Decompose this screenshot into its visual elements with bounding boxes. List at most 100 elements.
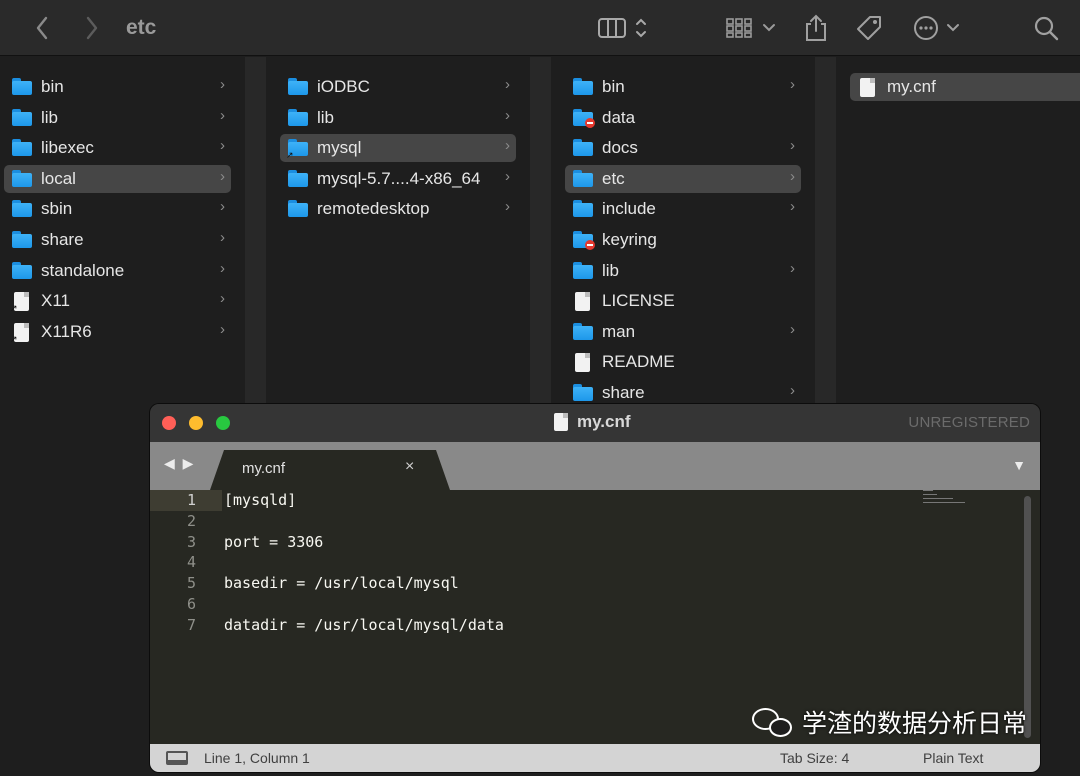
- finder-item-label: man: [602, 321, 636, 341]
- finder-item[interactable]: remotedesktop ›: [280, 195, 516, 223]
- chevron-right-icon: ›: [505, 106, 510, 124]
- tab-label[interactable]: my.cnf: [242, 460, 285, 477]
- vertical-scrollbar[interactable]: [1024, 496, 1031, 738]
- alias-document-icon: ↗: [10, 292, 32, 313]
- chevron-right-icon: ›: [790, 167, 795, 185]
- finder-item[interactable]: bin ›: [4, 73, 231, 101]
- minimap[interactable]: [923, 490, 968, 512]
- finder-item-label: keyring: [602, 230, 657, 249]
- finder-item[interactable]: mysql-5.7....4-x86_64 ›: [280, 165, 516, 193]
- watermark: 学渣的数据分析日常: [752, 704, 1027, 740]
- finder-item[interactable]: etc ›: [565, 164, 801, 193]
- chevron-right-icon: ›: [220, 259, 225, 277]
- finder-item[interactable]: sbin ›: [4, 195, 231, 223]
- finder-item-label: lib: [41, 107, 59, 127]
- finder-column-4: my.cnf: [836, 64, 1080, 404]
- chevron-right-icon: ›: [220, 320, 225, 338]
- folder-icon: [12, 261, 32, 280]
- folder-icon: [573, 384, 593, 402]
- finder-item[interactable]: libexec ›: [4, 134, 231, 162]
- group-button[interactable]: [724, 0, 778, 56]
- finder-item[interactable]: my.cnf: [850, 73, 1080, 101]
- view-mode-button[interactable]: [596, 0, 654, 56]
- chevron-right-icon: ›: [790, 137, 795, 155]
- folder-icon: [288, 200, 308, 218]
- finder-item[interactable]: share ›: [565, 379, 801, 407]
- code-line[interactable]: port = 3306: [224, 533, 323, 551]
- finder-column-2: iODBC › lib › ↗ mysql › mysql-5.7....4-x86_64 › r…: [266, 64, 530, 404]
- alias-document-icon: ↗: [10, 322, 32, 344]
- finder-item[interactable]: docs ›: [565, 134, 801, 162]
- screen: { "finder": { "title": "etc", "icons": {…: [0, 0, 1080, 776]
- code-line[interactable]: basedir = /usr/local/mysql: [224, 574, 459, 592]
- tag-button[interactable]: [852, 0, 886, 56]
- tab-dropdown-icon[interactable]: ▼: [1012, 457, 1026, 473]
- code-line[interactable]: datadir = /usr/local/mysql/data: [224, 616, 504, 634]
- column-divider[interactable]: [530, 57, 551, 404]
- finder-item[interactable]: local ›: [4, 164, 231, 193]
- minimize-window-button[interactable]: [189, 416, 203, 430]
- finder-item[interactable]: keyring: [565, 226, 801, 254]
- back-button[interactable]: [28, 0, 56, 56]
- syntax-selector[interactable]: Plain Text: [923, 750, 983, 766]
- finder-item[interactable]: lib ›: [4, 104, 231, 132]
- finder-item[interactable]: LICENSE: [565, 287, 801, 315]
- tab-size-selector[interactable]: Tab Size: 4: [780, 750, 849, 766]
- close-window-button[interactable]: [162, 416, 176, 430]
- folder-icon: [12, 78, 32, 96]
- tag-icon: [857, 16, 881, 40]
- cursor-position: Line 1, Column 1: [204, 750, 310, 766]
- document-icon: [573, 292, 593, 312]
- finder-item-label: share: [602, 383, 645, 402]
- watermark-text: 学渣的数据分析日常: [802, 710, 1028, 738]
- finder-item-label: remotedesktop: [317, 199, 430, 219]
- folder-icon: [573, 139, 593, 157]
- column-divider[interactable]: [815, 57, 836, 404]
- document-icon: [858, 78, 878, 97]
- tab-close-icon[interactable]: ×: [405, 458, 414, 476]
- zoom-window-button[interactable]: [216, 416, 230, 430]
- column-divider[interactable]: [245, 57, 266, 404]
- finder-item[interactable]: lib ›: [565, 257, 801, 285]
- finder-item[interactable]: standalone ›: [4, 257, 231, 285]
- finder-item[interactable]: iODBC ›: [280, 73, 516, 101]
- forward-button[interactable]: [78, 0, 106, 56]
- finder-item[interactable]: man ›: [565, 318, 801, 346]
- chevron-right-icon: ›: [505, 167, 510, 185]
- finder-item-label: standalone: [41, 260, 125, 280]
- folder-icon: [12, 139, 32, 157]
- folder-icon: [288, 108, 308, 127]
- finder-item[interactable]: ↗ X11 ›: [4, 287, 231, 315]
- finder-item[interactable]: data: [565, 104, 801, 132]
- finder-item-label: local: [41, 168, 76, 188]
- finder-item[interactable]: lib ›: [280, 104, 516, 132]
- finder-item[interactable]: ↗ X11R6 ›: [4, 318, 231, 346]
- finder-item-label: etc: [602, 168, 625, 188]
- search-button[interactable]: [1030, 0, 1062, 56]
- finder-item[interactable]: share ›: [4, 226, 231, 254]
- chevron-right-icon: [86, 16, 98, 40]
- finder-item[interactable]: README: [565, 348, 801, 376]
- chevron-right-icon: ›: [220, 290, 225, 308]
- share-button[interactable]: [800, 0, 832, 56]
- status-bar: Line 1, Column 1 Tab Size: 4 Plain Text: [150, 744, 1040, 772]
- more-icon: [914, 16, 959, 40]
- alias-folder-icon: ↗: [286, 139, 308, 160]
- finder-column-3: bin › data docs › etc › include › keyring lib › LICE…: [551, 64, 815, 404]
- finder-item[interactable]: include ›: [565, 195, 801, 223]
- finder-item[interactable]: bin ›: [565, 73, 801, 101]
- panel-toggle-icon[interactable]: [166, 751, 188, 765]
- group-icon: [726, 18, 775, 38]
- share-icon: [806, 14, 826, 41]
- editor-title-bar: my.cnf UNREGISTERED: [150, 404, 1040, 442]
- tab-nav-arrows-icon[interactable]: ◀ ▶: [164, 455, 195, 472]
- chevron-right-icon: ›: [505, 137, 510, 155]
- editor-window-title: my.cnf: [577, 412, 631, 431]
- finder-item-label: bin: [41, 77, 64, 96]
- finder-item[interactable]: ↗ mysql ›: [280, 134, 516, 163]
- finder-item-label: iODBC: [317, 77, 370, 96]
- more-actions-button[interactable]: [910, 0, 964, 56]
- folder-icon: [288, 169, 308, 188]
- code-line[interactable]: [mysqld]: [224, 491, 296, 509]
- chevron-right-icon: ›: [790, 382, 795, 399]
